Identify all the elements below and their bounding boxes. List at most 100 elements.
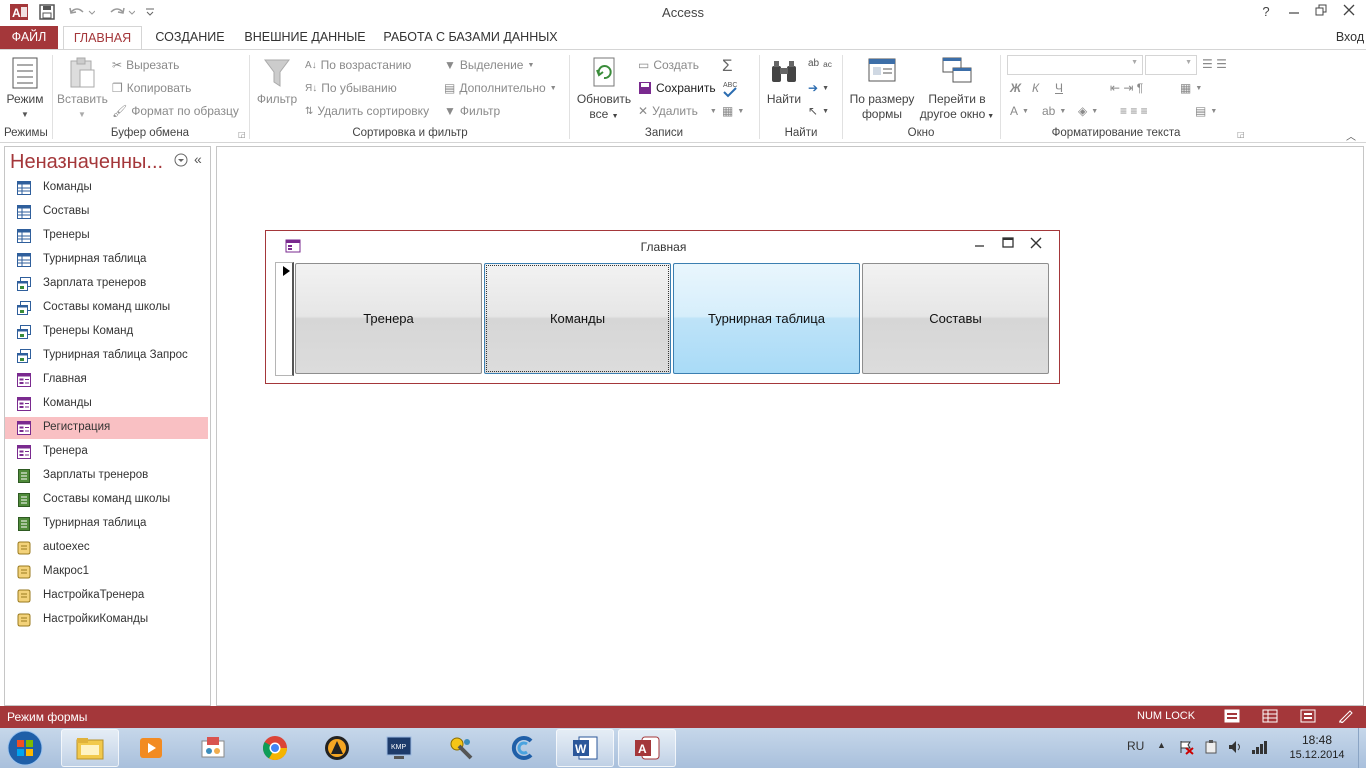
font-color-icon[interactable]: A ▼ (1010, 104, 1029, 118)
nav-item-macro[interactable]: autoexec (5, 537, 208, 559)
filter-big-button[interactable]: Фильтр (254, 56, 300, 107)
minimize-icon[interactable] (1282, 2, 1306, 22)
bullets-icon[interactable]: ☰ ☰ (1202, 57, 1227, 71)
trainers-button[interactable]: Тренера (295, 263, 482, 374)
sort-descending-button[interactable]: Я↓ По убыванию (305, 81, 397, 95)
tab-external-data[interactable]: ВНЕШНИЕ ДАННЫЕ (240, 26, 370, 49)
nav-item-form[interactable]: Тренера (5, 441, 208, 463)
sign-in-link[interactable]: Вход (1330, 26, 1366, 49)
language-indicator[interactable]: RU (1127, 739, 1144, 753)
totals-sigma-icon[interactable]: Σ (722, 56, 733, 76)
selection-dropdown[interactable]: ▼ Выделение ▼ (444, 58, 534, 72)
nav-item-table[interactable]: Турнирная таблица (5, 249, 208, 271)
delete-record-button[interactable]: ✕ Удалить ▼ (638, 104, 717, 118)
advanced-dropdown[interactable]: ▤ Дополнительно ▼ (444, 81, 557, 95)
align-icons[interactable]: ≡ ≡ ≡ (1120, 104, 1148, 118)
paste-button[interactable]: Вставить ▼ (57, 56, 108, 122)
layout-view-icon[interactable] (1300, 709, 1316, 726)
close-icon[interactable] (1337, 2, 1361, 22)
datasheet-view-icon[interactable] (1262, 709, 1278, 726)
nav-item-form[interactable]: Команды (5, 393, 208, 415)
nav-item-query[interactable]: Зарплата тренеров (5, 273, 208, 295)
form-minimize-icon[interactable] (970, 236, 990, 253)
media-player-taskbar-button[interactable] (122, 729, 180, 767)
record-selector[interactable] (275, 262, 294, 376)
save-record-button[interactable]: Сохранить (638, 81, 716, 95)
clock-time[interactable]: 18:48 (1282, 733, 1352, 747)
more-records-icon[interactable]: ▦ ▼ (722, 104, 744, 118)
tab-create[interactable]: СОЗДАНИЕ (150, 26, 230, 49)
fit-to-form-button[interactable]: По размеру формы (846, 56, 918, 122)
format-painter-button[interactable]: 🖌 Формат по образцу (112, 104, 239, 118)
toggle-filter-button[interactable]: ▼ Фильтр (444, 104, 500, 118)
tray-expand-icon[interactable]: ▲ (1157, 740, 1166, 750)
indent-icons[interactable]: ⇤ ⇥ ¶ (1110, 81, 1143, 95)
highlight-icon[interactable]: ab ▼ (1042, 104, 1066, 118)
network-icon[interactable] (1251, 739, 1267, 758)
nav-item-query[interactable]: Турнирная таблица Запрос (5, 345, 208, 367)
sort-ascending-button[interactable]: A↓ По возрастанию (305, 58, 411, 72)
bold-button[interactable]: Ж (1010, 81, 1021, 95)
safely-remove-icon[interactable] (1203, 739, 1219, 758)
gridlines-icon[interactable]: ▦ ▼ (1180, 81, 1202, 95)
nav-item-report[interactable]: Зарплаты тренеров (5, 465, 208, 487)
tools-taskbar-button[interactable] (432, 729, 490, 767)
design-view-icon[interactable] (1338, 709, 1354, 726)
explorer-taskbar-button[interactable] (61, 729, 119, 767)
cut-button[interactable]: ✂ Вырезать (112, 58, 179, 72)
form-close-icon[interactable] (1026, 236, 1046, 253)
fill-color-icon[interactable]: ◈ ▼ (1078, 104, 1098, 118)
switch-windows-button[interactable]: Перейти в другое окно ▼ (918, 56, 996, 124)
action-center-icon[interactable] (1178, 739, 1194, 758)
spelling-icon[interactable]: ABC (722, 80, 738, 98)
nav-item-table[interactable]: Составы (5, 201, 208, 223)
nav-dropdown-icon[interactable] (174, 153, 188, 170)
copy-button[interactable]: ❐ Копировать (112, 81, 191, 95)
help-icon[interactable]: ? (1254, 2, 1278, 22)
start-button[interactable] (6, 730, 44, 766)
collapse-ribbon-icon[interactable]: ︿ (1346, 128, 1356, 143)
underline-button[interactable]: Ч (1055, 81, 1063, 95)
restore-icon[interactable] (1309, 2, 1333, 22)
nav-pane-title[interactable]: Неназначенны... (10, 151, 163, 174)
clipboard-launcher-icon[interactable]: ◲ (238, 130, 246, 139)
teams-button[interactable]: Команды (484, 263, 671, 374)
form-maximize-icon[interactable] (998, 236, 1018, 253)
nav-item-table[interactable]: Тренеры (5, 225, 208, 247)
rosters-button[interactable]: Составы (862, 263, 1049, 374)
nav-item-form[interactable]: Главная (5, 369, 208, 391)
alternate-fill-icon[interactable]: ▤ ▼ (1195, 104, 1217, 118)
refresh-all-button[interactable]: Обновить все ▼ (574, 56, 634, 124)
tab-file[interactable]: ФАЙЛ (0, 26, 58, 49)
ccleaner-taskbar-button[interactable] (494, 729, 552, 767)
replace-icon[interactable]: ab ac (808, 58, 832, 69)
nav-item-macro[interactable]: НастройкаТренера (5, 585, 208, 607)
view-mode-button[interactable]: Режим ▼ (4, 56, 46, 122)
nav-item-query[interactable]: Составы команд школы (5, 297, 208, 319)
volume-icon[interactable] (1227, 739, 1243, 758)
nav-item-form[interactable]: Регистрация (5, 417, 208, 439)
paint-taskbar-button[interactable] (184, 729, 242, 767)
goto-icon[interactable]: ➔ ▼ (808, 81, 829, 95)
clock-date[interactable]: 15.12.2014 (1282, 749, 1352, 761)
nav-collapse-icon[interactable]: « (194, 151, 202, 167)
nav-item-macro[interactable]: НастройкиКоманды (5, 609, 208, 631)
font-name-combo[interactable]: ▼ (1007, 55, 1143, 75)
chrome-taskbar-button[interactable] (246, 729, 304, 767)
nav-item-table[interactable]: Команды (5, 177, 208, 199)
aimp-taskbar-button[interactable] (308, 729, 366, 767)
italic-button[interactable]: К (1032, 81, 1039, 95)
nav-item-report[interactable]: Составы команд школы (5, 489, 208, 511)
find-button[interactable]: Найти (764, 56, 804, 107)
nav-item-query[interactable]: Тренеры Команд (5, 321, 208, 343)
show-desktop-button[interactable] (1358, 728, 1366, 768)
tab-database-tools[interactable]: РАБОТА С БАЗАМИ ДАННЫХ (378, 26, 563, 49)
tab-home[interactable]: ГЛАВНАЯ (63, 26, 142, 50)
word-taskbar-button[interactable]: W (556, 729, 614, 767)
select-pointer-icon[interactable]: ↖ ▼ (808, 104, 829, 118)
new-record-button[interactable]: ▭ Создать (638, 58, 699, 72)
tournament-table-button[interactable]: Турнирная таблица (673, 263, 860, 374)
nav-item-report[interactable]: Турнирная таблица (5, 513, 208, 535)
remove-sort-button[interactable]: ⇅ Удалить сортировку (305, 104, 429, 118)
text-format-launcher-icon[interactable]: ◲ (1237, 130, 1245, 139)
